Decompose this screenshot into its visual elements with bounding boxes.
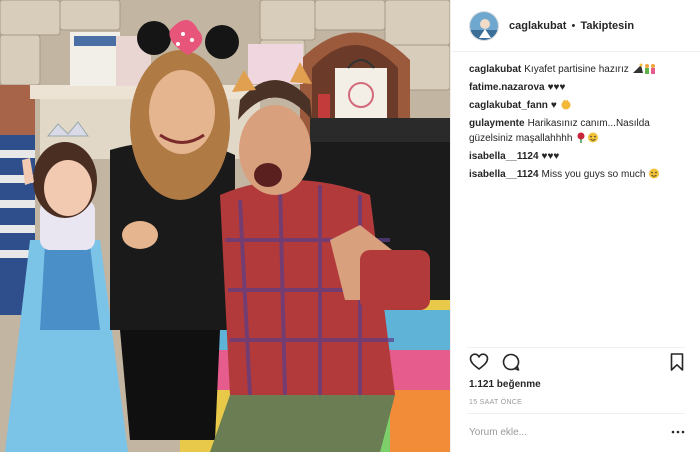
family-emoji xyxy=(644,64,655,74)
heart-icon[interactable] xyxy=(469,352,489,372)
post-header: caglakubat • Takiptesin xyxy=(451,0,700,52)
comment-username[interactable]: gulaymente xyxy=(469,118,525,129)
smile-emoji xyxy=(649,168,660,179)
comment-list: caglakubat Kıyafet partisine hazırız fati… xyxy=(469,62,691,185)
divider xyxy=(467,347,685,348)
list-item: fatime.nazarova ♥♥♥ xyxy=(469,80,691,95)
header-separator: • xyxy=(571,19,576,32)
comment-input[interactable] xyxy=(469,427,649,438)
comment-username[interactable]: isabella__1124 xyxy=(469,169,539,180)
comment-bubble-icon[interactable] xyxy=(501,352,521,372)
smile-emoji xyxy=(588,132,599,143)
header-text: caglakubat • Takiptesin xyxy=(509,20,634,32)
avatar[interactable] xyxy=(469,10,499,41)
comment-text: ♥ xyxy=(550,100,557,111)
comment-text: Miss you guys so much xyxy=(541,169,646,180)
list-item: isabella__1124 Miss you guys so much xyxy=(469,167,691,182)
comment-text: Kıyafet partisine hazırız xyxy=(524,64,629,75)
comment-username[interactable]: caglakubat_fann xyxy=(469,100,548,111)
caption: caglakubat Kıyafet partisine hazırız xyxy=(469,62,691,77)
comment-text: ♥♥♥ xyxy=(541,151,560,162)
post-photo[interactable] xyxy=(0,0,450,452)
like-count[interactable]: 1.121 beğenme xyxy=(469,379,541,390)
clap-emoji xyxy=(561,99,571,110)
bookmark-icon[interactable] xyxy=(667,352,687,372)
party-hat-emoji xyxy=(632,63,643,73)
post-timestamp: 15 SAAT ÖNCE xyxy=(469,399,523,406)
instagram-post: caglakubat • Takiptesin caglakubat Kıyafe… xyxy=(0,0,700,452)
comment-username[interactable]: caglakubat xyxy=(469,64,521,75)
action-bar xyxy=(469,352,687,374)
list-item: caglakubat_fann ♥ xyxy=(469,98,691,113)
rose-emoji xyxy=(577,132,585,143)
list-item: isabella__1124 ♥♥♥ xyxy=(469,149,691,164)
follow-status[interactable]: Takiptesin xyxy=(580,20,634,32)
comment-username[interactable]: isabella__1124 xyxy=(469,151,539,162)
post-details-panel: caglakubat • Takiptesin caglakubat Kıyafe… xyxy=(450,0,700,452)
comment-text: ♥♥♥ xyxy=(547,82,566,93)
list-item: gulaymente Harikasınız canım...Nasılda gü… xyxy=(469,116,691,146)
header-username[interactable]: caglakubat xyxy=(509,20,566,32)
add-comment-area xyxy=(467,413,685,451)
comment-username[interactable]: fatime.nazarova xyxy=(469,82,545,93)
ellipsis-icon[interactable] xyxy=(671,428,685,436)
